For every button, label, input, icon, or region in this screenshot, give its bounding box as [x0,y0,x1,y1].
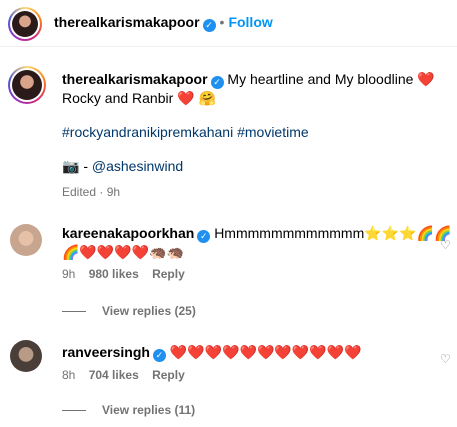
star-emoji-icon: ⭐⭐⭐🌈🌈 [364,225,452,241]
view-replies-button[interactable]: View replies (11) [62,403,195,417]
comment-text-line2: 🌈❤️❤️❤️❤️🦔🦔 [62,244,185,260]
follow-button[interactable]: Follow [228,14,272,30]
caption-username[interactable]: therealkarismakapoor [62,71,208,87]
header-username[interactable]: therealkarismakapoor [54,14,200,30]
camera-credit-prefix: 📷 - [62,158,88,174]
caption-body: therealkarismakapoor ✓ My heartline and M… [62,70,442,199]
comment-likes[interactable]: 704 likes [89,368,139,382]
caption-text-line2: Rocky and Ranbir [62,90,174,106]
view-replies-button[interactable]: View replies (25) [62,304,196,318]
verified-badge-icon: ✓ [197,230,211,243]
comment-avatar-ranveer[interactable] [10,340,42,372]
comment-username[interactable]: kareenakapoorkhan [62,225,194,241]
comment-time: 8h [62,368,76,382]
divider-line [62,311,86,313]
like-comment-heart-icon[interactable]: ♡ [440,352,451,366]
comment-username[interactable]: ranveersingh [62,344,150,360]
comment-kareena: kareenakapoorkhan ✓ Hmmmmmmmmmmmm⭐⭐⭐🌈🌈 🌈❤… [62,224,451,281]
header-avatar[interactable] [8,7,42,41]
separator-dot: • [219,14,225,30]
comment-text: Hmmmmmmmmmmmm [214,225,365,241]
heart-emoji-icon: ❤️ [417,71,435,87]
divider-line [62,410,86,412]
comment-avatar-kareena[interactable] [10,224,42,256]
comment-text: ❤️❤️❤️❤️❤️❤️❤️❤️❤️❤️❤️ [169,344,362,360]
verified-badge-icon: ✓ [210,76,224,89]
caption-text-line1: My heartline and My bloodline [227,71,414,87]
comment-ranveer: ranveersingh ✓ ❤️❤️❤️❤️❤️❤️❤️❤️❤️❤️❤️ 8h … [62,343,442,382]
reply-button[interactable]: Reply [152,368,185,382]
reply-button[interactable]: Reply [152,267,185,281]
like-comment-heart-icon[interactable]: ♡ [440,238,451,252]
post-header: therealkarismakapoor ✓ • Follow [0,0,457,47]
verified-badge-icon: ✓ [152,349,166,362]
heart-emoji-icon: ❤️ [177,90,195,106]
caption-avatar[interactable] [8,66,46,104]
caption-meta: Edited · 9h [62,185,121,199]
verified-badge-icon: ✓ [202,19,216,32]
comment-time: 9h [62,267,76,281]
hug-emoji-icon: 🤗 [198,90,216,106]
comment-likes[interactable]: 980 likes [89,267,139,281]
credit-handle-link[interactable]: @ashesinwind [92,158,183,174]
caption-hashtags[interactable]: #rockyandranikipremkahani #movietime [62,123,442,141]
